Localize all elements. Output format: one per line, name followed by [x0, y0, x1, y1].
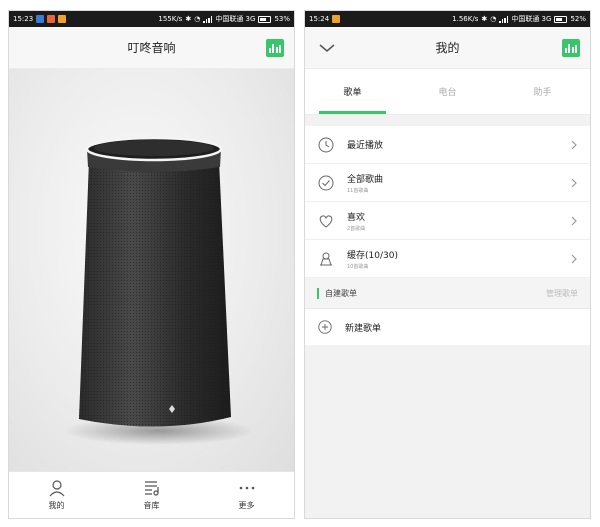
battery-percent: 53%	[274, 15, 290, 23]
playlist-list: 最近播放 全部歌曲 11首歌曲 喜欢 2首歌曲 缓存(10/30) 10首歌曲	[305, 126, 590, 278]
nav-label: 音库	[143, 501, 160, 510]
plus-circle-icon	[318, 320, 332, 334]
person-icon	[49, 480, 64, 497]
status-time: 15:24	[309, 15, 330, 23]
nav-item-more[interactable]: 更多	[199, 472, 294, 518]
list-item-count: 10首歌曲	[347, 263, 369, 270]
equalizer-button[interactable]	[562, 39, 580, 57]
app-header: 我的	[305, 27, 590, 69]
signal-icon	[203, 15, 213, 23]
list-item-all-songs[interactable]: 全部歌曲 11首歌曲	[305, 164, 590, 202]
custom-playlists-header: 自建歌单 管理歌单	[305, 278, 590, 309]
app-icon	[332, 15, 341, 23]
tab-assistant[interactable]: 助手	[495, 69, 590, 114]
network-speed: 1.56K/s	[452, 15, 479, 23]
clock-icon	[318, 137, 334, 152]
page-title: 我的	[435, 41, 460, 55]
tab-bar: 歌单 电台 助手	[305, 69, 590, 115]
more-dots-icon	[239, 486, 254, 490]
nav-item-library[interactable]: 音库	[104, 472, 199, 518]
list-item-label: 全部歌曲	[347, 174, 384, 185]
status-time: 15:23	[13, 15, 34, 23]
list-item-cache[interactable]: 缓存(10/30) 10首歌曲	[305, 240, 590, 278]
app-header: 叮咚音响	[9, 27, 294, 69]
section-title: 自建歌单	[325, 288, 357, 298]
notification-icon	[36, 15, 45, 23]
check-circle-icon	[318, 175, 334, 190]
speaker-illustration	[64, 136, 254, 445]
app-icon	[58, 15, 67, 23]
speaker-image[interactable]	[9, 69, 294, 473]
manage-playlists-button[interactable]: 管理歌单	[546, 288, 578, 299]
chevron-down-icon[interactable]	[317, 38, 337, 58]
status-bar: 15:24 1.56K/s ✱ ◔ 中国联通 3G 52%	[305, 11, 590, 27]
bluetooth-icon: ✱	[185, 15, 192, 23]
list-item-recent[interactable]: 最近播放	[305, 126, 590, 164]
bottom-navigation: 我的 音库 更多	[9, 471, 294, 518]
section-marker	[317, 287, 319, 299]
chevron-right-icon	[571, 140, 577, 149]
list-item-count: 11首歌曲	[347, 187, 369, 194]
nav-label: 更多	[238, 501, 255, 510]
tab-radio[interactable]: 电台	[400, 69, 495, 114]
chevron-right-icon	[571, 178, 577, 187]
battery-icon	[258, 15, 272, 23]
music-list-icon	[144, 481, 159, 496]
home-screen: 15:23 155K/s ✱ ◔ 中国联通 3G 53% 叮咚音响 我的 音库 …	[8, 10, 295, 519]
list-item-favorites[interactable]: 喜欢 2首歌曲	[305, 202, 590, 240]
list-item-count: 2首歌曲	[347, 225, 366, 232]
nav-item-mine[interactable]: 我的	[9, 472, 104, 518]
cache-icon	[320, 252, 332, 265]
wifi-icon: ◔	[490, 15, 497, 23]
carrier-label: 中国联通 3G	[215, 15, 256, 23]
bluetooth-icon: ✱	[481, 15, 488, 23]
heart-icon	[319, 214, 333, 228]
list-item-label: 缓存(10/30)	[347, 250, 398, 261]
equalizer-button[interactable]	[266, 39, 284, 57]
app-icon	[47, 15, 56, 23]
signal-icon	[499, 15, 509, 23]
chevron-right-icon	[571, 216, 577, 225]
my-screen: 15:24 1.56K/s ✱ ◔ 中国联通 3G 52% 我的 歌单 电台 助…	[304, 10, 591, 519]
list-item-label: 喜欢	[347, 212, 366, 223]
new-playlist-label: 新建歌单	[345, 323, 382, 334]
new-playlist-button[interactable]: 新建歌单	[305, 309, 590, 345]
tab-playlists[interactable]: 歌单	[305, 69, 400, 114]
chevron-right-icon	[571, 254, 577, 263]
status-bar: 15:23 155K/s ✱ ◔ 中国联通 3G 53%	[9, 11, 294, 27]
nav-label: 我的	[48, 501, 65, 510]
network-speed: 155K/s	[158, 15, 183, 23]
battery-icon	[554, 15, 568, 23]
battery-percent: 52%	[570, 15, 586, 23]
page-title: 叮咚音响	[127, 41, 176, 55]
list-item-label: 最近播放	[347, 141, 384, 151]
carrier-label: 中国联通 3G	[511, 15, 552, 23]
wifi-icon: ◔	[194, 15, 201, 23]
